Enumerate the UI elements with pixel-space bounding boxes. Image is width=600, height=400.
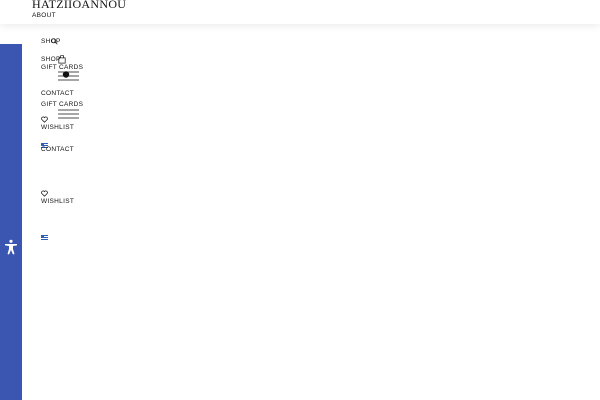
search-icon[interactable]	[51, 38, 58, 45]
heart-icon[interactable]	[41, 116, 48, 123]
menu-icon[interactable]	[58, 71, 79, 81]
nav-wishlist-2[interactable]: WISHLIST	[41, 198, 74, 206]
heart-icon-2[interactable]	[41, 190, 48, 197]
accessibility-strip	[0, 44, 22, 400]
shopping-bag-icon[interactable]	[58, 55, 66, 64]
accessibility-icon[interactable]	[3, 239, 19, 255]
menu-icon-2[interactable]	[58, 109, 79, 119]
nav-gift-cards-2[interactable]: GIFT CARDS	[41, 101, 83, 109]
nav-wishlist[interactable]: WISHLIST	[41, 124, 74, 132]
site-header: HATZIIOANNOU	[0, 0, 600, 24]
nav-contact[interactable]: CONTACT	[41, 90, 74, 98]
greek-flag-icon-2[interactable]	[41, 235, 48, 240]
nav-about[interactable]: ABOUT	[32, 12, 56, 20]
nav-contact-2[interactable]: CONTACT	[41, 146, 74, 154]
site-logo[interactable]: HATZIIOANNOU	[32, 0, 126, 12]
